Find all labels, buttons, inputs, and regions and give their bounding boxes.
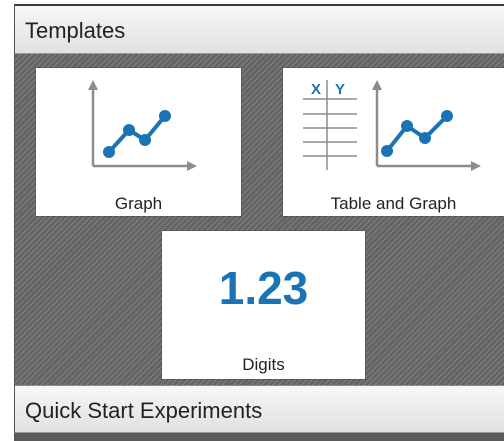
graph-template-tile[interactable]: Graph: [36, 68, 241, 216]
table-graph-icon: X Y: [303, 80, 481, 171]
templates-section-header[interactable]: Templates: [15, 6, 504, 54]
graph-icon: [88, 80, 197, 171]
table-header-x: X: [311, 81, 321, 98]
digits-template-label: Digits: [242, 355, 285, 374]
digits-template-tile[interactable]: 1.23 Digits: [162, 231, 365, 379]
templates-grid: Graph X Y Table and Graph 1.23 Digits: [15, 54, 504, 385]
table-and-graph-template-tile[interactable]: X Y Table and Graph: [283, 68, 504, 216]
quick-start-section-title: Quick Start Experiments: [25, 398, 263, 423]
templates-panel: Templates Graph X Y Table and Graph 1.23…: [14, 4, 504, 441]
table-and-graph-template-label: Table and Graph: [330, 194, 457, 213]
table-header-y: Y: [335, 81, 345, 98]
graph-template-label: Graph: [114, 194, 163, 213]
quick-start-section-header[interactable]: Quick Start Experiments: [15, 385, 504, 433]
next-section-edge: [15, 433, 504, 441]
digits-icon: 1.23: [218, 262, 309, 314]
table-icon: X Y: [303, 80, 357, 170]
templates-section-title: Templates: [25, 18, 126, 43]
